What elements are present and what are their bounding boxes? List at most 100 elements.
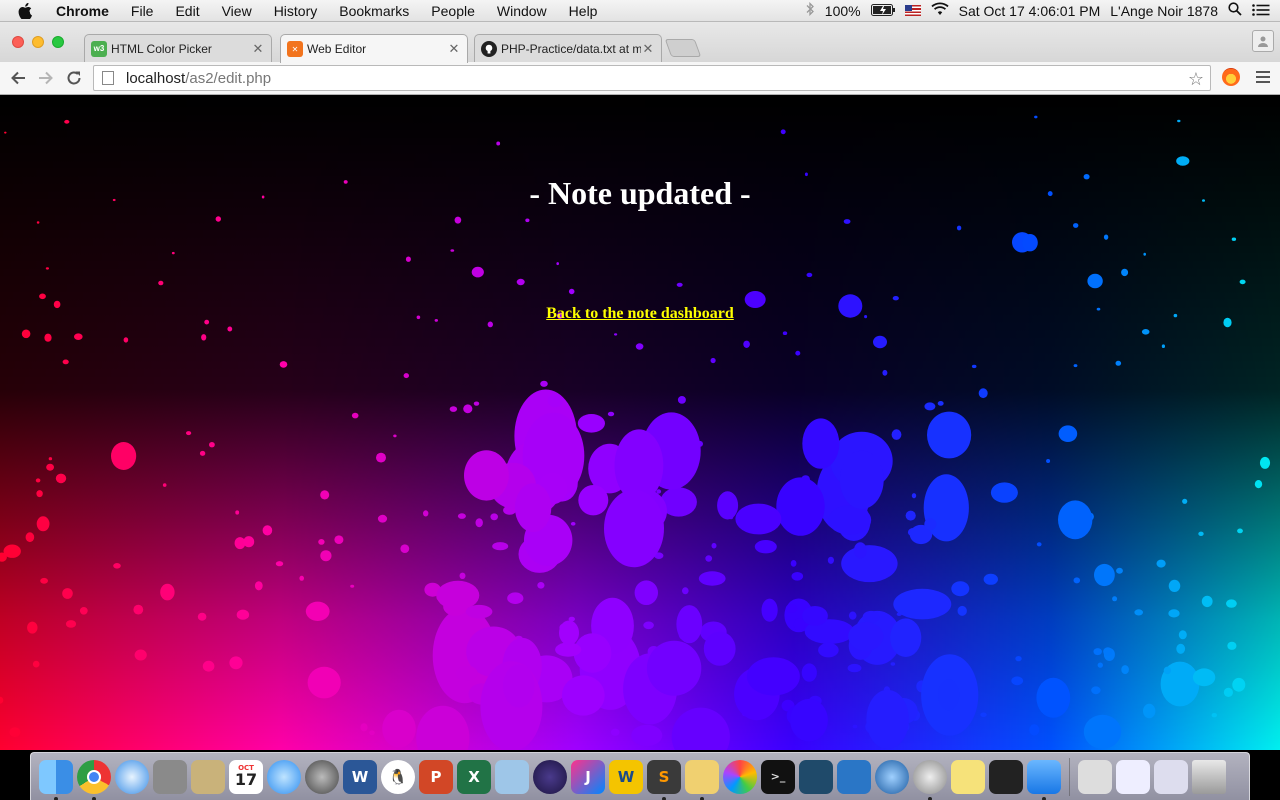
menu-people[interactable]: People <box>420 0 486 22</box>
excel-icon[interactable]: X <box>457 759 491 794</box>
printer-icon[interactable] <box>989 759 1023 794</box>
url-host: localhost <box>126 69 186 87</box>
menu-history[interactable]: History <box>263 0 329 22</box>
paint-drop <box>369 730 375 736</box>
paint-drop <box>827 556 835 564</box>
paint-drop <box>199 450 206 456</box>
bookmark-star-icon[interactable]: ☆ <box>1188 69 1204 90</box>
paint-splash <box>862 610 880 624</box>
extension-icon[interactable] <box>1222 68 1240 86</box>
paint-drop <box>852 724 858 729</box>
profile-icon[interactable] <box>1252 30 1274 52</box>
apple-icon[interactable] <box>18 2 34 19</box>
paint-drop <box>980 712 987 718</box>
powerpoint-icon[interactable]: P <box>419 759 453 794</box>
terminal-icon[interactable]: >_ <box>761 759 795 794</box>
paint-drop <box>39 293 46 300</box>
xcode-icon[interactable] <box>837 759 871 794</box>
close-tab-icon[interactable]: ✕ <box>251 41 265 57</box>
window-close-button[interactable] <box>12 36 24 48</box>
quicktime-icon[interactable] <box>875 759 909 794</box>
input-source-flag-icon[interactable] <box>904 5 921 16</box>
word-icon[interactable]: W <box>343 759 377 794</box>
paint-drop <box>957 605 967 616</box>
paint-drop <box>1046 459 1051 463</box>
user-name[interactable]: L'Ange Noir 1878 <box>1110 3 1218 19</box>
spotlight-search-icon[interactable] <box>1228 2 1242 19</box>
paint-drop <box>36 490 43 498</box>
menu-app-name[interactable]: Chrome <box>48 0 120 22</box>
paint-drop <box>405 256 411 262</box>
close-tab-icon[interactable]: ✕ <box>447 41 461 57</box>
paint-drop <box>400 544 410 553</box>
archive-utility-icon[interactable] <box>1078 759 1112 794</box>
messages-icon[interactable] <box>267 759 301 794</box>
back-to-dashboard-link[interactable]: Back to the note dashboard <box>546 305 734 322</box>
close-tab-icon[interactable]: ✕ <box>641 41 655 57</box>
paint-drop <box>643 621 654 630</box>
paint-drop <box>133 604 144 615</box>
menu-edit[interactable]: Edit <box>164 0 210 22</box>
paint-drop <box>711 542 717 549</box>
preview-window-icon[interactable] <box>1116 759 1150 794</box>
paint-splash <box>455 665 478 681</box>
paint-splash <box>514 483 552 533</box>
chrome-menu-icon[interactable] <box>1256 71 1270 83</box>
icloud-icon[interactable] <box>1027 759 1061 800</box>
forward-arrow-icon[interactable] <box>36 68 56 88</box>
menu-help[interactable]: Help <box>558 0 609 22</box>
menu-file[interactable]: File <box>120 0 165 22</box>
paint-splash <box>761 598 778 622</box>
back-arrow-icon[interactable] <box>8 68 28 88</box>
chrome-icon[interactable] <box>77 759 111 800</box>
paint-drop <box>1254 480 1263 489</box>
eclipse-icon[interactable] <box>533 759 567 794</box>
paint-drop <box>978 388 988 399</box>
tab-web-editor[interactable]: ✕ Web Editor ✕ <box>280 34 468 63</box>
calendar-icon[interactable]: OCT 17 <box>229 759 263 794</box>
qq-icon[interactable]: 🐧 <box>381 759 415 794</box>
system-preferences-icon[interactable] <box>305 759 339 794</box>
paint-drop <box>4 131 7 134</box>
finder-icon[interactable] <box>39 759 73 800</box>
virtualbox-icon[interactable] <box>495 759 529 794</box>
notes-icon[interactable] <box>951 759 985 794</box>
calendar-day: 17 <box>234 770 258 789</box>
clock[interactable]: Sat Oct 17 4:06:01 PM <box>959 3 1101 19</box>
stickies-icon[interactable] <box>685 759 719 800</box>
calculator-icon[interactable] <box>153 759 187 794</box>
paint-drop <box>1093 648 1102 656</box>
mysql-workbench-icon[interactable] <box>799 759 833 794</box>
sublime-text-icon[interactable]: S <box>647 759 681 800</box>
intellij-icon[interactable]: J <box>571 759 605 794</box>
window-zoom-button[interactable] <box>52 36 64 48</box>
preview-icon[interactable] <box>191 759 225 794</box>
battery-icon[interactable] <box>870 3 895 19</box>
tab-html-color-picker[interactable]: w3 HTML Color Picker ✕ <box>84 34 272 62</box>
settings-icon[interactable] <box>913 759 947 800</box>
safari-icon[interactable] <box>115 759 149 794</box>
paint-splash <box>698 571 726 586</box>
menu-bookmarks[interactable]: Bookmarks <box>328 0 420 22</box>
wifi-icon[interactable] <box>931 2 949 19</box>
photos-icon[interactable] <box>723 759 757 794</box>
paint-drop <box>891 429 902 440</box>
paint-drop <box>186 431 192 436</box>
bluetooth-icon[interactable] <box>805 1 815 19</box>
address-bar[interactable]: localhost/as2/edit.php ☆ <box>93 65 1211 91</box>
github-icon <box>481 40 497 57</box>
paint-drop <box>890 662 896 666</box>
trash-icon[interactable] <box>1192 759 1226 794</box>
window-minimize-button[interactable] <box>32 36 44 48</box>
wunderlist-icon[interactable]: W <box>609 759 643 794</box>
tab-php-practice[interactable]: PHP-Practice/data.txt at m ✕ <box>474 34 662 62</box>
paint-drop <box>1176 156 1190 166</box>
notification-center-icon[interactable] <box>1252 3 1270 19</box>
paint-drop <box>743 340 750 348</box>
paint-drop <box>791 572 804 581</box>
menu-window[interactable]: Window <box>486 0 558 22</box>
menu-view[interactable]: View <box>211 0 263 22</box>
new-tab-button[interactable] <box>664 39 702 57</box>
reload-icon[interactable] <box>64 68 84 88</box>
folder-stack-icon[interactable] <box>1154 759 1188 794</box>
